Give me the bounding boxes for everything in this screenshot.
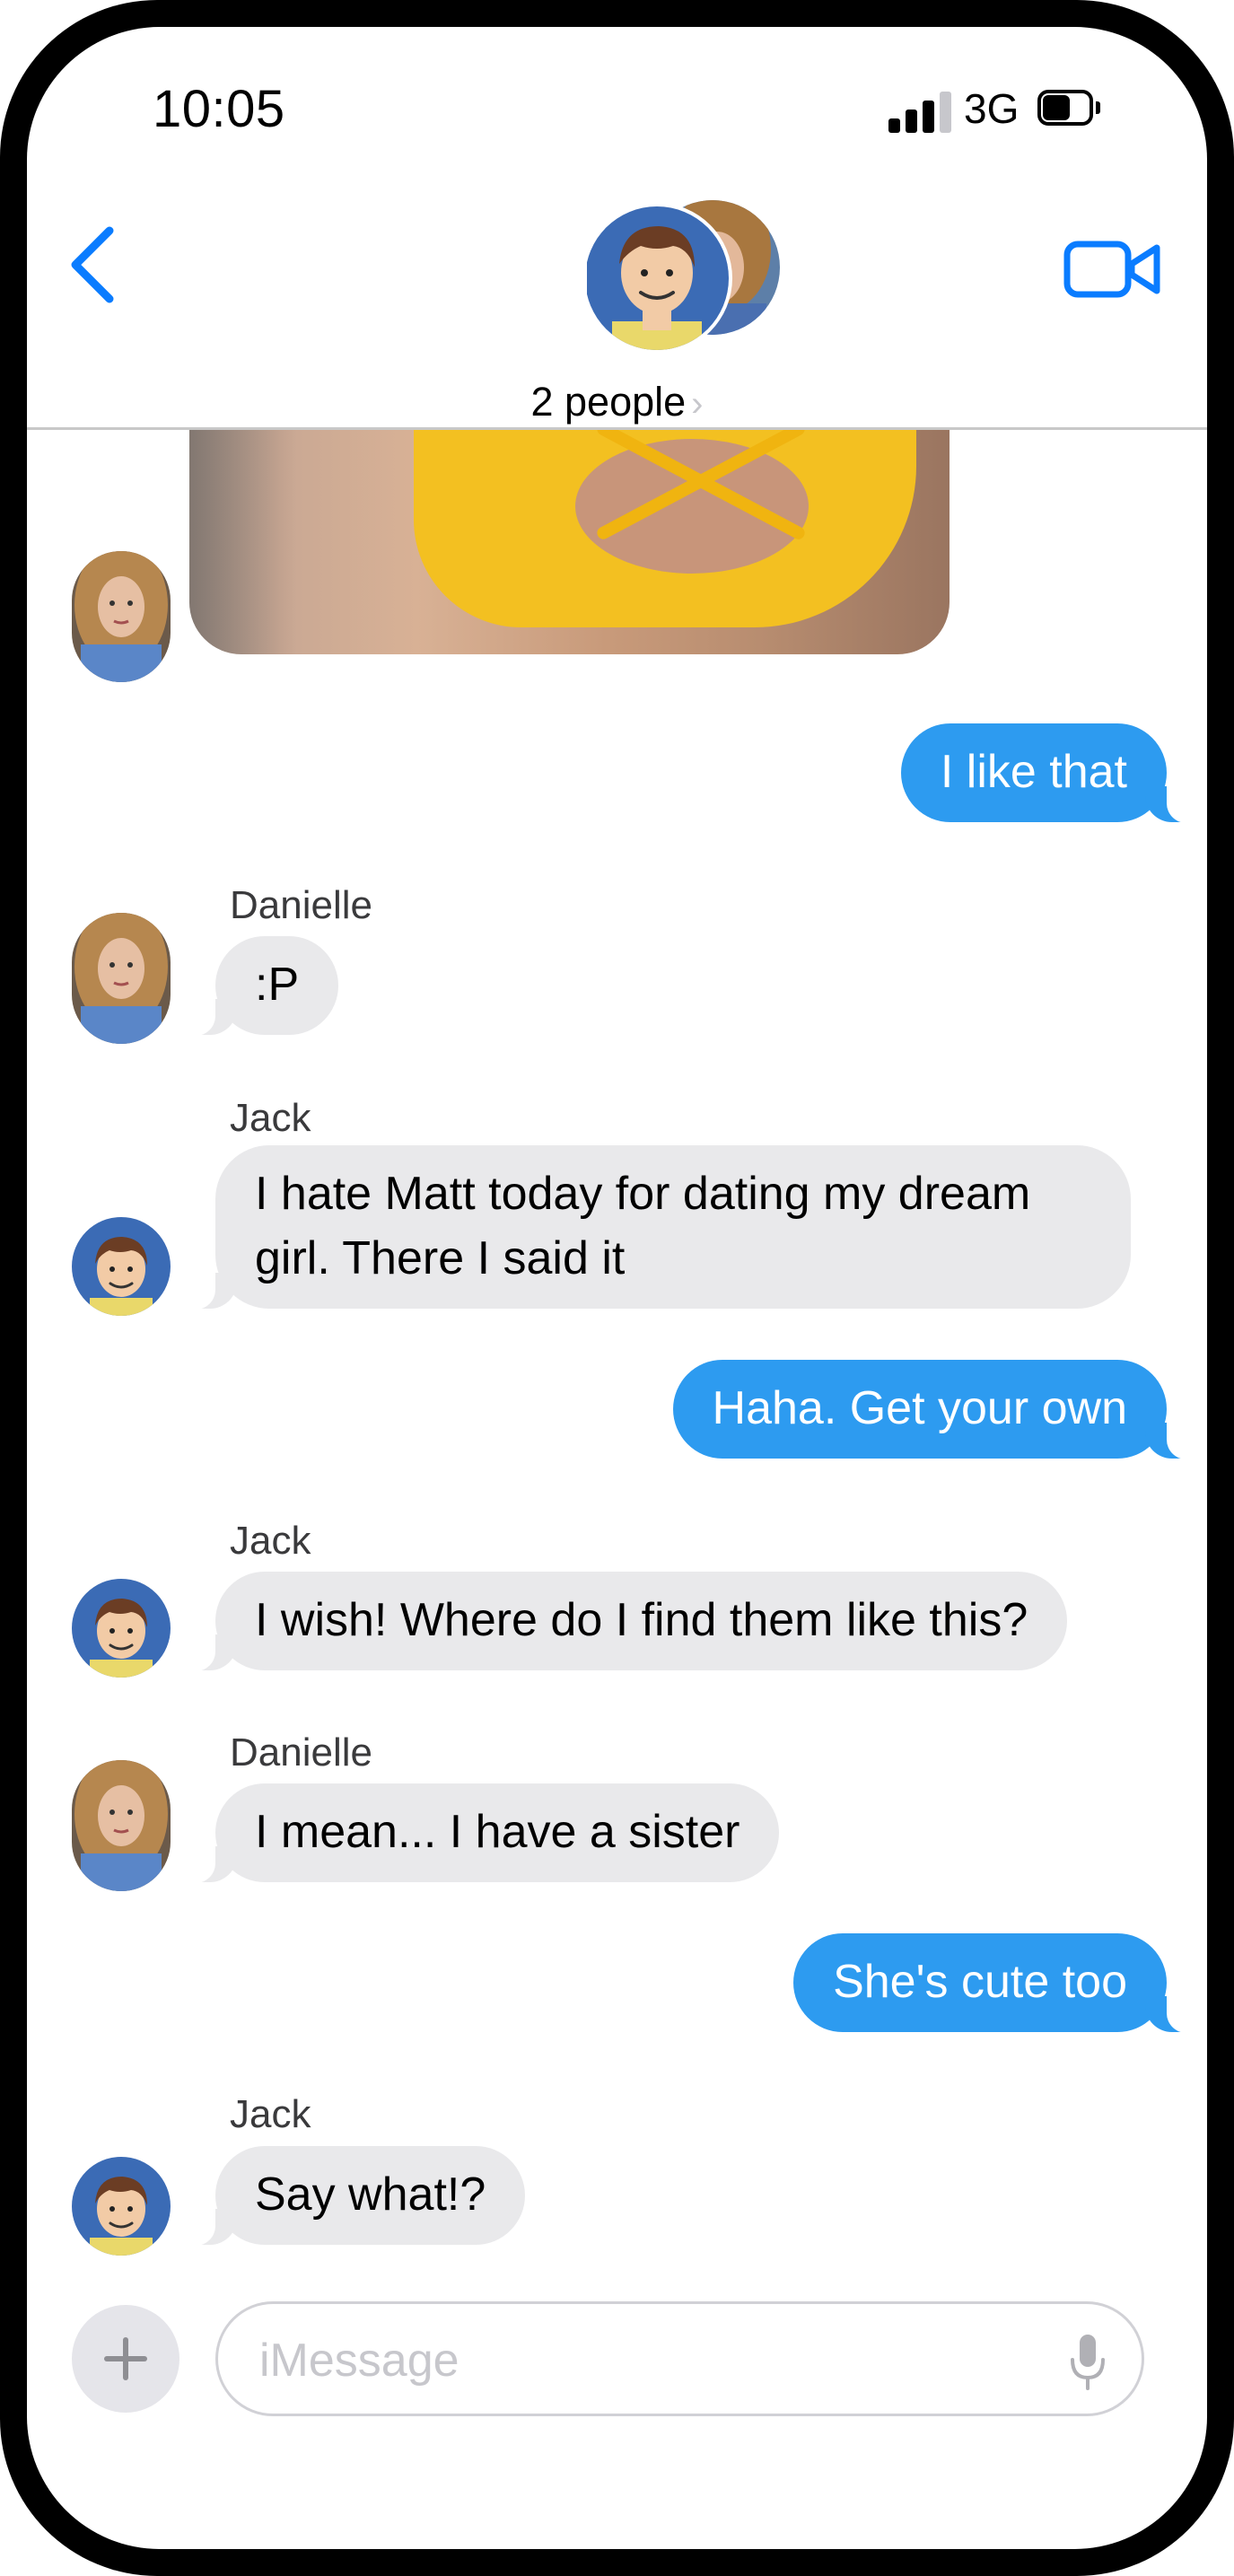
- phone-frame: 10:05 3G 2 people › I like that Danielle…: [0, 0, 1234, 2576]
- message-bubble-outgoing[interactable]: Haha. Get your own: [672, 1360, 1195, 1459]
- message-text: I hate Matt today for dating my dream gi…: [255, 1168, 1031, 1284]
- screen: 10:05 3G 2 people › I like that Danielle…: [27, 27, 1207, 2549]
- sender-name: Jack: [230, 2092, 311, 2136]
- message-bubble-outgoing[interactable]: I like that: [900, 723, 1195, 823]
- cellular-signal-icon: [888, 90, 953, 133]
- avatar-danielle[interactable]: [72, 1760, 171, 1891]
- message-text: Say what!?: [255, 2169, 486, 2221]
- plus-icon[interactable]: [72, 2305, 179, 2413]
- message-text: I mean... I have a sister: [255, 1806, 740, 1858]
- conversation-title[interactable]: 2 people ›: [27, 379, 1207, 425]
- message-thread[interactable]: I like that Danielle :P Jack I hate Matt…: [27, 430, 1207, 2271]
- avatar-danielle[interactable]: [72, 913, 171, 1044]
- sender-name: Danielle: [230, 1730, 372, 1774]
- message-text: She's cute too: [833, 1956, 1127, 2008]
- message-bubble-incoming[interactable]: Say what!?: [188, 2146, 526, 2246]
- chevron-right-icon: ›: [691, 384, 704, 424]
- message-bubble-incoming[interactable]: I mean... I have a sister: [188, 1783, 780, 1883]
- sender-name: Jack: [230, 1096, 311, 1140]
- photo-attachment[interactable]: [189, 430, 950, 654]
- message-bubble-outgoing[interactable]: She's cute too: [793, 1933, 1194, 2033]
- participants-label: 2 people: [530, 379, 687, 425]
- chevron-left-icon[interactable]: [63, 220, 126, 310]
- message-bubble-incoming[interactable]: I wish! Where do I find them like this?: [188, 1572, 1068, 1671]
- message-composer[interactable]: [215, 2301, 1144, 2416]
- avatar-jack[interactable]: [72, 2157, 171, 2256]
- message-text: I wish! Where do I find them like this?: [255, 1594, 1028, 1646]
- message-text: :P: [255, 959, 300, 1011]
- battery-icon: [1037, 90, 1100, 126]
- message-bubble-incoming[interactable]: I hate Matt today for dating my dream gi…: [188, 1145, 1131, 1310]
- avatar-jack[interactable]: [72, 1217, 171, 1316]
- avatar-danielle[interactable]: [72, 551, 171, 682]
- video-camera-icon[interactable]: [1063, 233, 1162, 305]
- status-time: 10:05: [153, 80, 285, 138]
- message-bubble-incoming[interactable]: :P: [188, 936, 339, 1036]
- message-input[interactable]: [259, 2329, 1022, 2392]
- microphone-icon[interactable]: [1065, 2331, 1110, 2394]
- network-type: 3G: [964, 85, 1020, 132]
- sender-name: Jack: [230, 1519, 311, 1563]
- message-text: Haha. Get your own: [712, 1382, 1127, 1434]
- sender-name: Danielle: [230, 883, 372, 927]
- avatar-jack[interactable]: [72, 1579, 171, 1678]
- group-avatar[interactable]: [582, 196, 802, 357]
- message-text: I like that: [940, 746, 1127, 798]
